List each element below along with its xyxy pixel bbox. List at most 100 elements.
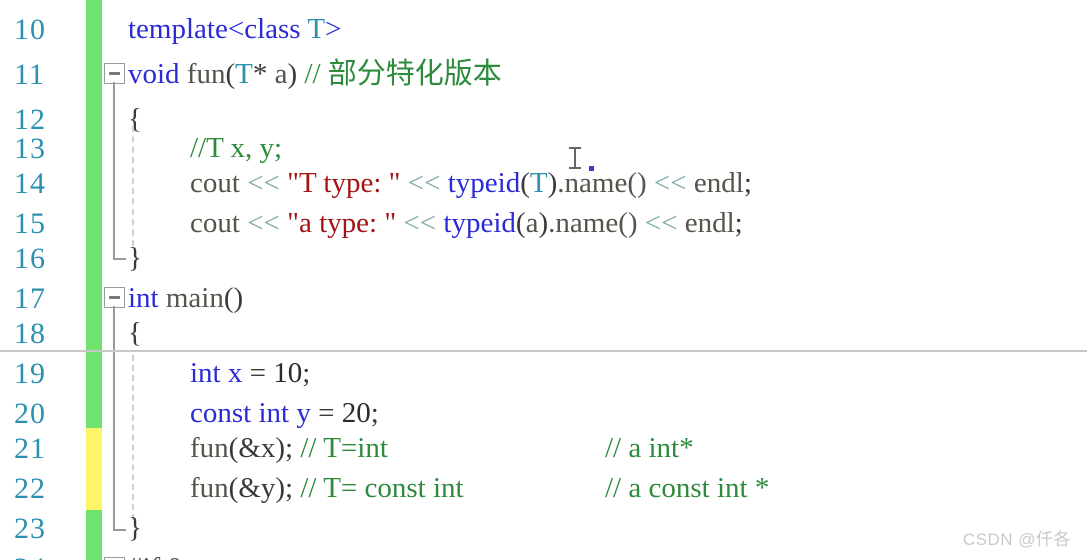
line-number-24: 24 [0,546,72,560]
line-24-code[interactable]: #if 0 [128,546,1087,560]
token-type-T-param: T [235,58,253,90]
token-keyword-int-main: int [128,282,159,314]
line-16-code[interactable]: } [128,236,1087,281]
editor-line-16[interactable]: 16 } [0,236,1087,281]
token-shift-left-2: << [407,167,441,199]
fold-toggle-icon-main[interactable] [104,287,125,308]
token-call-fun-y: fun [190,472,229,504]
token-semicolon: ; [285,432,294,464]
editor-line-11[interactable]: 11 void fun(T* a) // 部分特化版本 [0,52,1087,97]
token-keyword-typeid-2: typeid [443,207,516,239]
token-assign: = [318,397,335,429]
line-number-16: 16 [14,242,46,275]
line-10-code[interactable]: template<class T> [128,7,1087,52]
token-paren-close: ) [547,167,558,199]
token-keyword-typeid-1: typeid [447,167,521,199]
token-dot-name-2: .name() [548,207,638,239]
token-comment-T-equals-int: // T=int [300,432,388,464]
token-call-fun-x: fun [190,432,229,464]
token-shift-left-3: << [653,167,687,199]
token-cout: cout [190,167,240,199]
token-keyword-class: class [244,13,301,45]
ibeam-cursor-icon [568,146,582,170]
token-brace-close: } [128,242,142,274]
token-keyword-void: void [128,58,180,90]
line-22-trailing-comment[interactable]: // a const int * [605,466,1087,511]
line-14-code[interactable]: cout << "T type: " << typeid(T).name() <… [190,161,1087,206]
token-semicolon: ; [370,397,379,429]
token-endl-1: endl [693,167,744,199]
line-number-10: 10 [14,13,46,46]
token-angle-open: < [227,13,245,45]
text-caret [589,166,594,171]
token-comment-partial-spec: // 部分特化版本 [304,58,502,90]
token-brace-open: { [128,317,142,349]
token-angle-close: > [325,13,342,45]
token-arg-addr-y: (&y) [228,472,286,504]
editor-line-24[interactable]: 24 #if 0 [0,546,1087,560]
editor-line-14[interactable]: 14 cout << "T type: " << typeid(T).name(… [0,161,1087,206]
line-number-19: 19 [14,357,46,390]
token-semicolon: ; [743,167,752,199]
token-semicolon: ; [285,472,294,504]
line-19-code[interactable]: int x = 10; [190,351,1087,396]
csdn-watermark: CSDN @仟各 [962,530,1071,549]
editor-line-23[interactable]: 23 } [0,506,1087,551]
token-shift-left-1: << [247,207,280,239]
token-var-x: x [227,357,243,389]
token-func-fun: fun [186,58,226,90]
token-keyword-int-y: int [258,397,290,429]
token-keyword-const: const [190,397,252,429]
token-paren-open: ( [515,207,526,239]
editor-line-19[interactable]: 19 int x = 10; [0,351,1087,396]
token-comment-a-const-int-star: // a const int * [605,472,770,504]
token-assign: = [249,357,266,389]
editor-line-9[interactable]: 9 [0,0,1087,7]
line-number-21: 21 [14,432,46,465]
token-preprocessor-if-zero: #if 0 [128,552,182,560]
token-dot-name-1: .name() [557,167,647,199]
token-string-T-type: "T type: " [287,167,401,199]
line-number-9: 9 [0,0,72,7]
token-comment-T-x-y: //T x, y; [190,132,283,164]
line-number-11: 11 [14,58,45,91]
token-shift-left-3: << [644,207,678,239]
token-paren-close: ) [538,207,549,239]
token-type-T-arg: T [529,167,548,199]
line-21-trailing-comment[interactable]: // a int* [605,426,1087,471]
token-endl-2: endl [684,207,735,239]
token-keyword-int-x: int [190,357,221,389]
token-parens-empty: () [223,282,244,314]
token-number-10: 10 [273,357,303,389]
token-arg-a: a [525,207,539,239]
code-editor-surface[interactable]: 9 10 template<class T> 11 void fun(T* a)… [0,0,1087,560]
line-11-code[interactable]: void fun(T* a) // 部分特化版本 [128,52,1087,97]
editor-line-21[interactable]: 21 fun(&x); // T=int // a int* [0,426,1087,471]
token-semicolon: ; [734,207,743,239]
token-keyword-template: template [128,13,228,45]
token-comment-a-int-star: // a int* [605,432,694,464]
line-number-14: 14 [14,167,46,200]
line-23-code[interactable]: } [128,506,1087,551]
token-brace-close: } [128,512,142,544]
token-paren-open: ( [225,58,236,90]
editor-line-10[interactable]: 10 template<class T> [0,7,1087,52]
token-comment-T-equals-const-int: // T= const int [300,472,464,504]
fold-toggle-icon-fun[interactable] [104,63,125,84]
token-string-a-type: "a type: " [287,207,397,239]
editor-line-22[interactable]: 22 fun(&y); // T= const int // a const i… [0,466,1087,511]
token-shift-left-1: << [247,167,280,199]
token-arg-addr-x: (&x) [228,432,286,464]
line-number-23: 23 [14,512,46,545]
